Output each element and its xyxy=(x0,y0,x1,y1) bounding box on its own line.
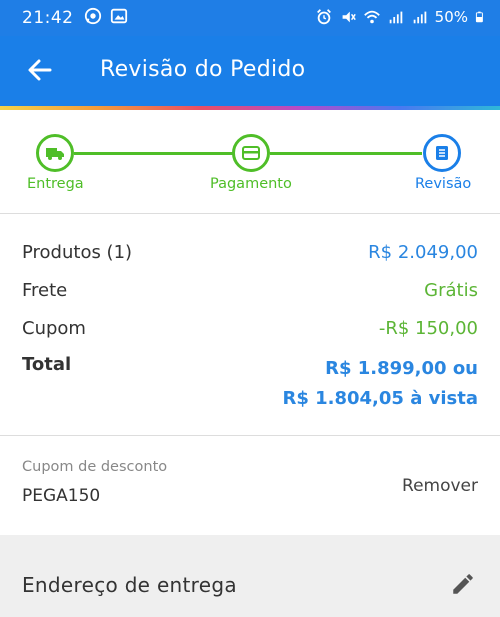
pencil-icon[interactable] xyxy=(450,571,476,597)
step-review[interactable] xyxy=(423,134,461,172)
products-label: Produtos (1) xyxy=(22,242,133,263)
step-label-review: Revisão xyxy=(415,176,472,192)
coupon-value: -R$ 150,00 xyxy=(378,318,478,339)
order-summary: Produtos (1) R$ 2.049,00 Frete Grátis Cu… xyxy=(0,222,500,436)
checkout-stepper: Entrega Pagamento Revisão xyxy=(0,110,500,214)
delivery-address-label: Endereço de entrega xyxy=(22,573,237,597)
step-label-payment: Pagamento xyxy=(210,176,292,192)
page-title: Revisão do Pedido xyxy=(100,57,306,82)
coupon-code: PEGA150 xyxy=(22,486,101,506)
signal-icon xyxy=(389,11,402,24)
step-connector xyxy=(74,152,234,155)
step-label-delivery: Entrega xyxy=(27,176,84,192)
step-connector xyxy=(270,152,422,155)
coupon-caption: Cupom de desconto xyxy=(22,459,168,475)
total-installments: R$ 1.899,00 ou xyxy=(325,358,478,379)
signal-icon xyxy=(413,11,426,24)
remove-coupon-button[interactable]: Remover xyxy=(402,476,478,496)
status-bar: 21:42 50% xyxy=(0,0,500,36)
total-cash: R$ 1.804,05 à vista xyxy=(282,388,478,409)
shipping-label: Frete xyxy=(22,280,68,301)
delivery-address-section[interactable]: Endereço de entrega xyxy=(0,535,500,617)
card-icon xyxy=(242,146,260,160)
status-time: 21:42 xyxy=(22,8,74,28)
wifi-icon xyxy=(363,10,380,24)
total-row: Total R$ 1.899,00 ou R$ 1.804,05 à vista xyxy=(22,354,478,418)
products-value: R$ 2.049,00 xyxy=(368,242,478,263)
total-value: R$ 1.899,00 ou R$ 1.804,05 à vista xyxy=(282,354,478,414)
coupon-section: Cupom de desconto PEGA150 Remover xyxy=(0,437,500,535)
step-payment[interactable] xyxy=(232,134,270,172)
mute-icon xyxy=(342,11,356,23)
app-bar: Revisão do Pedido xyxy=(0,36,500,106)
coupon-label: Cupom xyxy=(22,318,86,339)
battery-percent: 50% xyxy=(434,8,468,26)
total-label: Total xyxy=(22,354,72,375)
alarm-icon xyxy=(316,9,331,25)
shipping-value: Grátis xyxy=(424,280,478,301)
back-arrow-icon[interactable] xyxy=(26,56,54,84)
whatsapp-icon xyxy=(84,7,102,25)
gallery-icon xyxy=(110,8,128,24)
document-icon xyxy=(436,146,448,160)
battery-icon xyxy=(475,11,483,23)
truck-icon xyxy=(46,148,64,160)
step-delivery[interactable] xyxy=(36,134,74,172)
